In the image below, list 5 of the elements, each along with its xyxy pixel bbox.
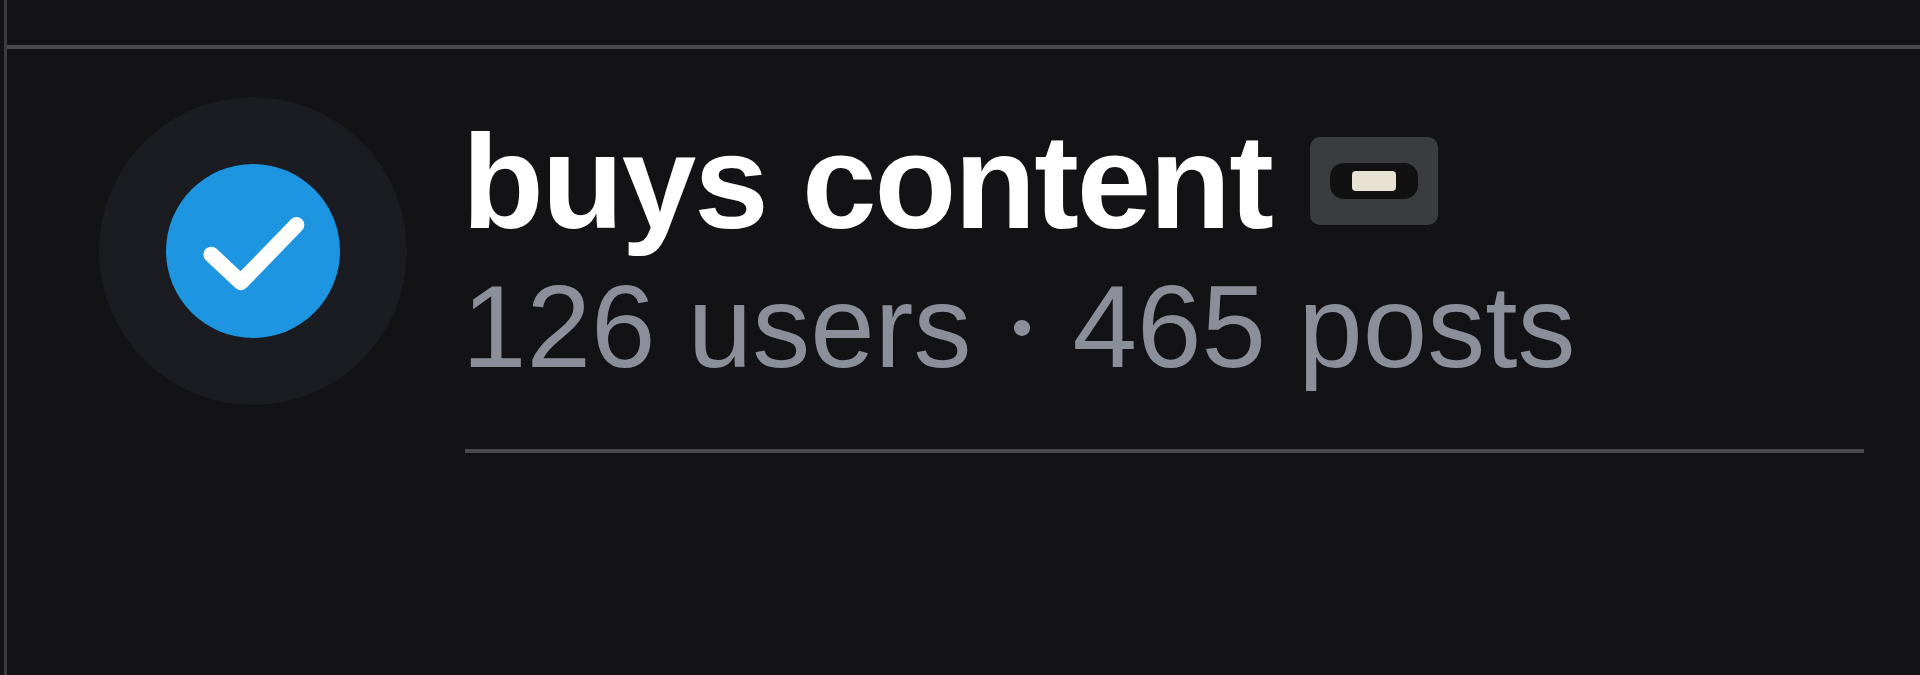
separator-dot: • bbox=[1011, 293, 1033, 363]
list-title: buys content bbox=[462, 107, 1272, 255]
stat-text: 126 users bbox=[462, 261, 972, 394]
stat-text: 465 posts bbox=[1072, 261, 1576, 394]
battery-icon bbox=[1307, 135, 1440, 228]
